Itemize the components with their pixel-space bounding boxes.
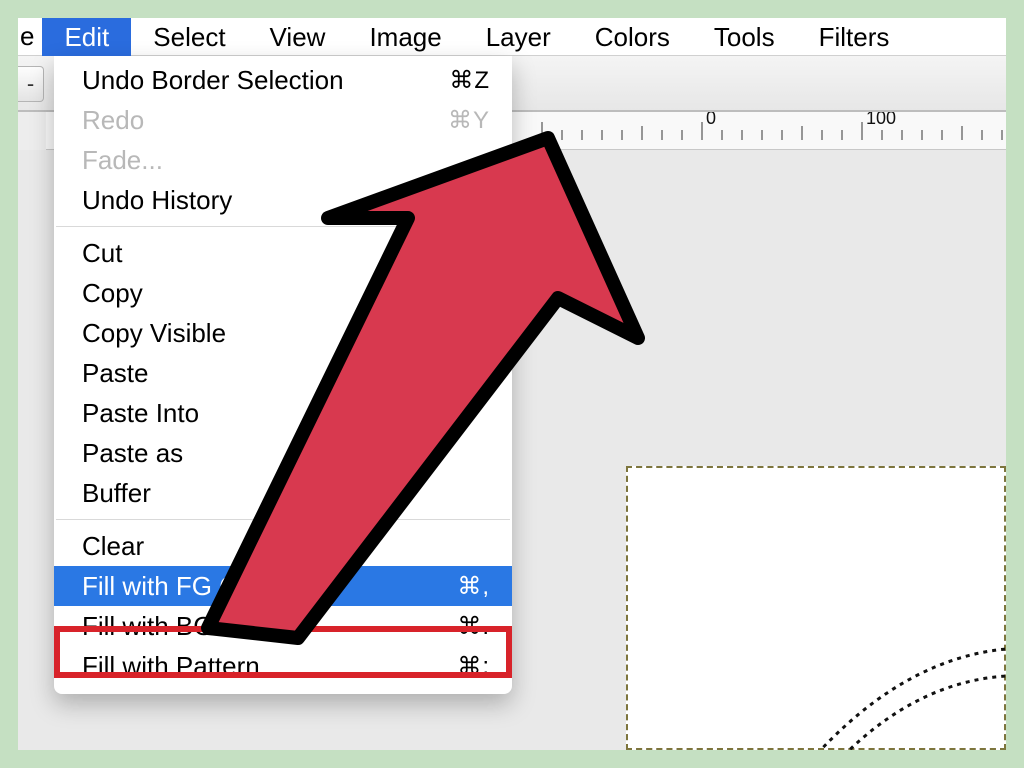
menu-separator bbox=[56, 226, 510, 227]
menu-item-fill-with-fg-color[interactable]: Fill with FG Color ⌘, bbox=[54, 566, 512, 606]
menu-item-undo-border-selection[interactable]: Undo Border Selection ⌘Z bbox=[54, 60, 512, 100]
menu-item-paste-into[interactable]: Paste Into bbox=[54, 393, 512, 433]
menu-filters[interactable]: Filters bbox=[797, 18, 912, 56]
menubar: e Edit Select View Image Layer Colors To… bbox=[18, 18, 1006, 56]
menu-item-copy-visible[interactable]: Copy Visible ⇧⌘ bbox=[54, 313, 512, 353]
ruler-label-100: 100 bbox=[866, 112, 896, 128]
menu-image[interactable]: Image bbox=[347, 18, 463, 56]
menu-separator bbox=[56, 519, 510, 520]
menu-layer[interactable]: Layer bbox=[464, 18, 573, 56]
menu-item-undo-history[interactable]: Undo History bbox=[54, 180, 512, 220]
menu-item-buffer[interactable]: Buffer bbox=[54, 473, 512, 513]
menu-item-clear[interactable]: Clear bbox=[54, 526, 512, 566]
menu-item-fill-with-pattern[interactable]: Fill with Pattern ⌘; bbox=[54, 646, 512, 686]
menu-item-cut[interactable]: Cut ⌘X bbox=[54, 233, 512, 273]
menu-tools[interactable]: Tools bbox=[692, 18, 797, 56]
app-window: e Edit Select View Image Layer Colors To… bbox=[18, 18, 1006, 750]
menu-item-copy[interactable]: Copy ⌘C bbox=[54, 273, 512, 313]
edit-menu-dropdown: Undo Border Selection ⌘Z Redo ⌘Y Fade...… bbox=[54, 56, 512, 694]
menu-item-fade: Fade... bbox=[54, 140, 512, 180]
menu-select[interactable]: Select bbox=[131, 18, 247, 56]
ruler-label-0: 0 bbox=[706, 112, 716, 128]
menu-edit[interactable]: Edit bbox=[42, 18, 131, 56]
menu-view[interactable]: View bbox=[248, 18, 348, 56]
menu-item-paste-as[interactable]: Paste as bbox=[54, 433, 512, 473]
menu-item-fill-with-bg-color[interactable]: Fill with BG Color ⌘. bbox=[54, 606, 512, 646]
menubar-fragment: e bbox=[18, 21, 42, 52]
menu-colors[interactable]: Colors bbox=[573, 18, 692, 56]
canvas-selection[interactable] bbox=[626, 466, 1006, 750]
toolbar-tab[interactable]: - bbox=[18, 66, 44, 102]
menu-item-paste[interactable]: Paste bbox=[54, 353, 512, 393]
menu-item-redo: Redo ⌘Y bbox=[54, 100, 512, 140]
